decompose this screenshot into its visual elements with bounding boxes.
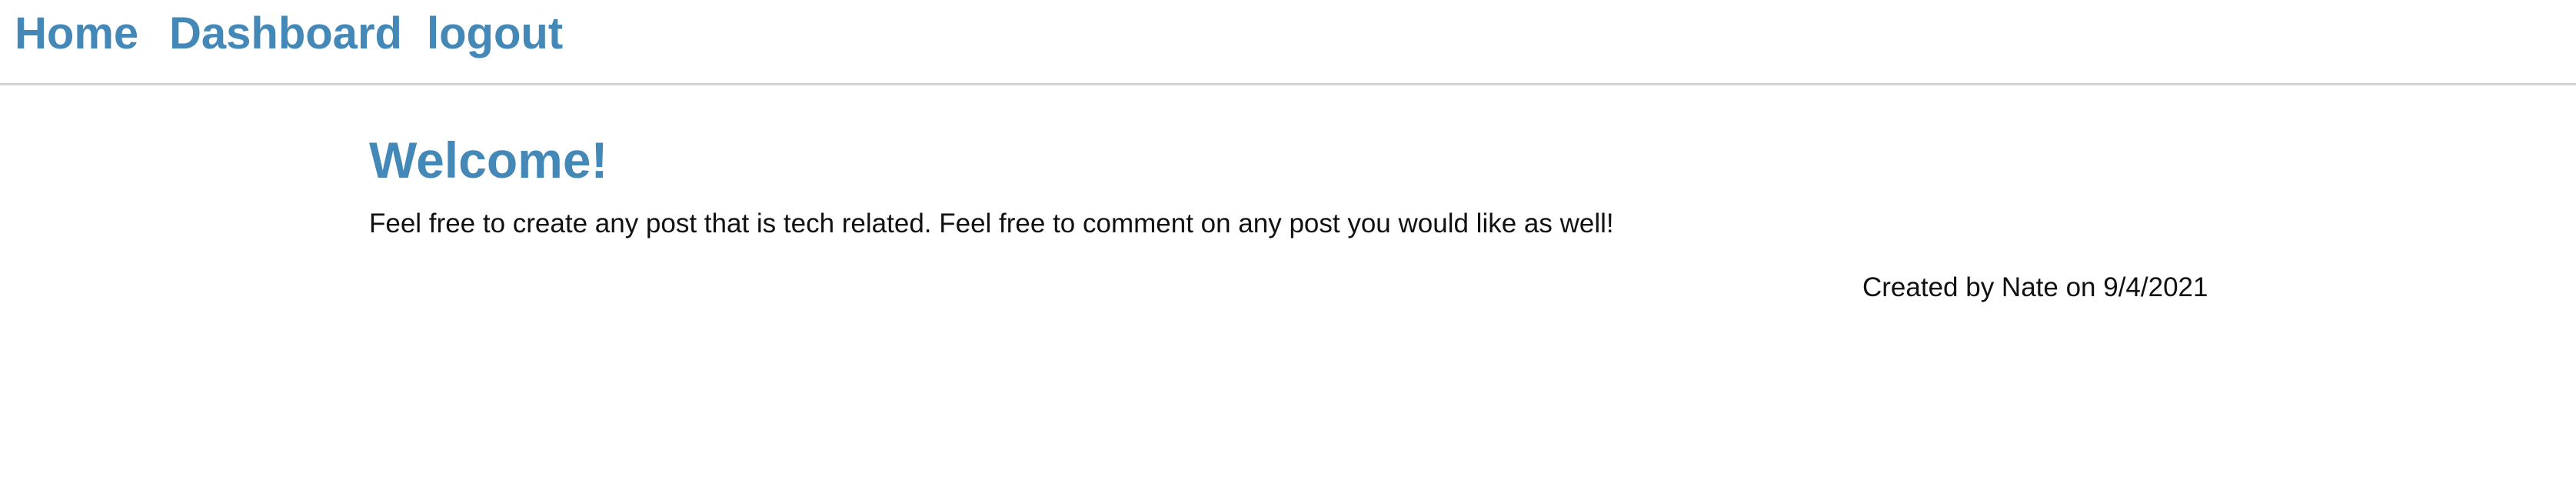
post-title[interactable]: Welcome! [369,127,608,193]
nav-link-dashboard[interactable]: Dashboard [169,5,402,62]
nav-link-logout[interactable]: logout [427,5,563,62]
post-author-date: Created by Nate on 9/4/2021 [1862,272,2208,302]
post-body-text: Feel free to create any post that is tec… [369,208,1614,238]
top-navigation-bar: Home Dashboard logout [0,0,2576,85]
nav-link-home[interactable]: Home [15,5,138,62]
